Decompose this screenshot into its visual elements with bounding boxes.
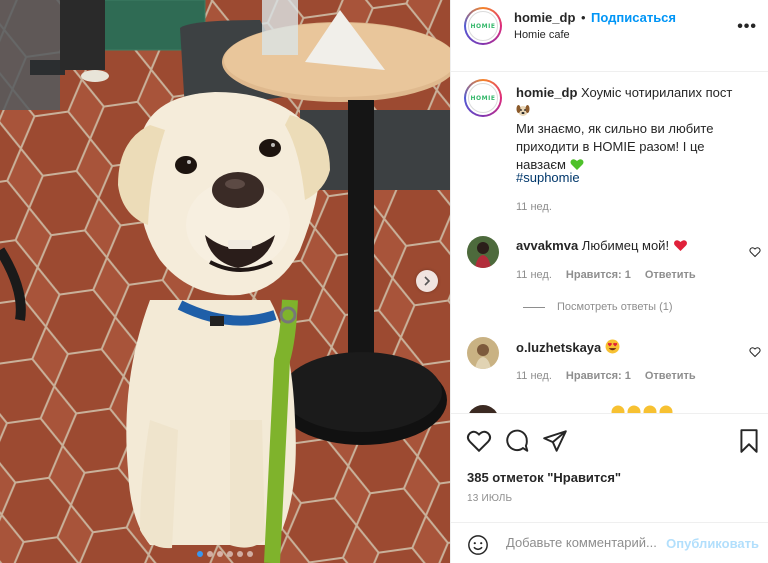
chevron-right-icon [424, 276, 431, 286]
caption-timestamp[interactable]: 11 нед. [516, 201, 552, 213]
location-link[interactable]: Homie cafe [514, 29, 570, 41]
emoji-picker-icon[interactable] [467, 534, 489, 556]
heart-eyes-emoji-icon [643, 405, 657, 413]
publish-comment-button[interactable]: Опубликовать [666, 536, 759, 551]
red-heart-emoji-icon [673, 240, 687, 251]
post-actions: 385 отметок "Нравится" 13 ИЮЛЬ [451, 413, 768, 523]
post-side-panel: HOMIE homie_dp • Подписаться Homie cafe … [450, 0, 768, 563]
bookmark-save-icon[interactable] [736, 428, 762, 454]
post-date[interactable]: 13 ИЮЛЬ [467, 493, 512, 504]
carousel-dot [207, 551, 213, 557]
comment-input[interactable] [506, 535, 666, 550]
like-heart-icon[interactable] [466, 428, 492, 454]
like-comment-icon[interactable] [749, 246, 761, 258]
heart-eyes-emoji-icon [627, 405, 641, 413]
follow-button[interactable]: Подписаться [591, 10, 676, 25]
comment-likes-count[interactable]: Нравится: 1 [566, 370, 631, 382]
comment-avatar[interactable] [467, 337, 499, 369]
reply-button[interactable]: Ответить [645, 269, 696, 281]
carousel-dot [197, 551, 203, 557]
comment-text: o.luzhetskaya [516, 339, 620, 355]
carousel-dot [227, 551, 233, 557]
heart-eyes-emoji-icon [611, 405, 625, 413]
like-comment-icon[interactable] [749, 346, 761, 358]
header-separator: • [581, 10, 586, 25]
emoji-row [611, 405, 673, 413]
heart-eyes-emoji-icon [605, 339, 620, 354]
reply-button[interactable]: Ответить [645, 370, 696, 382]
comments-list[interactable]: HOMIE homie_dp Хоуміс чотирилапих пост М… [451, 73, 768, 413]
carousel-dot [217, 551, 223, 557]
post-header: HOMIE homie_dp • Подписаться Homie cafe … [451, 0, 768, 72]
comment-avatar[interactable] [467, 236, 499, 268]
homie-logo: HOMIE [468, 83, 498, 113]
comment-text: avvakmva Любимец мой! [516, 238, 688, 253]
avatar[interactable]: HOMIE [464, 7, 502, 45]
comment-timestamp[interactable]: 11 нед. [516, 269, 552, 281]
carousel-next-button[interactable] [416, 270, 438, 292]
comment-timestamp[interactable]: 11 нед. [516, 370, 552, 382]
dog-photo-image [0, 0, 450, 563]
comment-likes-count[interactable]: Нравится: 1 [566, 269, 631, 281]
share-paper-plane-icon[interactable] [542, 428, 568, 454]
header-username[interactable]: homie_dp [514, 10, 575, 25]
homie-logo: HOMIE [468, 11, 498, 41]
comment-username[interactable]: avvakmva [516, 238, 578, 253]
view-replies-button[interactable]: Посмотреть ответы (1) [523, 301, 673, 313]
hashtag-link[interactable]: #suphomie [516, 170, 580, 185]
comment-meta: 11 нед. Нравится: 1 Ответить [516, 370, 696, 382]
comment-meta: 11 нед. Нравится: 1 Ответить [516, 269, 696, 281]
dog-face-emoji-icon [516, 105, 530, 116]
comment-body: Любимец мой! [581, 238, 670, 253]
carousel-dot [237, 551, 243, 557]
avatar-image [467, 236, 499, 268]
post-photo[interactable] [0, 0, 450, 563]
comment-username[interactable]: o.luzhetskaya [516, 340, 601, 355]
carousel-indicator [0, 551, 450, 557]
comment-composer: Опубликовать [451, 522, 768, 563]
avatar-image [467, 405, 499, 413]
caption-text: Хоуміс чотирилапих пост [581, 85, 733, 100]
more-options-button[interactable]: ••• [737, 18, 757, 36]
avatar-image [467, 337, 499, 369]
carousel-dot [247, 551, 253, 557]
comment-avatar[interactable] [467, 405, 499, 413]
view-replies-label: Посмотреть ответы (1) [557, 301, 673, 313]
comment-bubble-icon[interactable] [504, 428, 530, 454]
caption-username[interactable]: homie_dp [516, 85, 577, 100]
likes-count[interactable]: 385 отметок "Нравится" [467, 470, 621, 485]
post-caption: homie_dp Хоуміс чотирилапих пост Ми знає… [516, 84, 748, 174]
heart-eyes-emoji-icon [659, 405, 673, 413]
caption-text-2: Ми знаємо, як сильно ви любите приходити… [516, 121, 714, 172]
caption-avatar[interactable]: HOMIE [464, 79, 502, 117]
